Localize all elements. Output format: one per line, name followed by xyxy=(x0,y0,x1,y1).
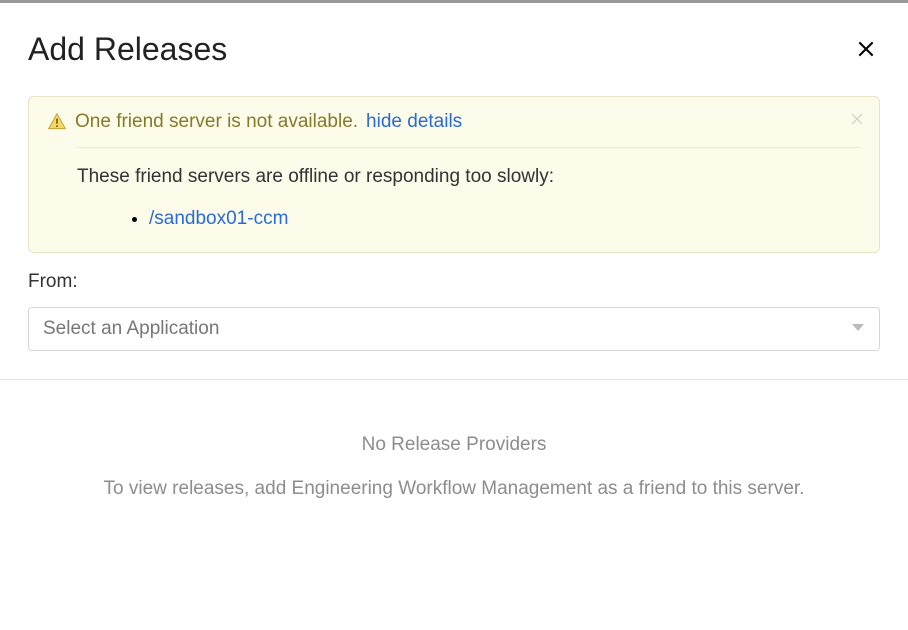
warning-header: One friend server is not available. hide… xyxy=(47,111,861,133)
empty-state-title: No Release Providers xyxy=(48,434,860,456)
chevron-down-icon xyxy=(851,320,865,338)
warning-details: These friend servers are offline or resp… xyxy=(77,147,861,230)
empty-state-description: To view releases, add Engineering Workfl… xyxy=(48,478,860,500)
warning-message: One friend server is not available. xyxy=(75,111,358,133)
server-link[interactable]: /sandbox01-ccm xyxy=(149,208,288,229)
from-label: From: xyxy=(28,271,880,293)
dialog-title: Add Releases xyxy=(28,31,227,68)
select-placeholder: Select an Application xyxy=(43,318,219,340)
close-icon xyxy=(856,46,876,63)
hide-details-link[interactable]: hide details xyxy=(366,111,462,133)
application-select[interactable]: Select an Application xyxy=(28,307,880,351)
dismiss-icon xyxy=(849,114,865,131)
offline-server-list: /sandbox01-ccm xyxy=(149,208,861,230)
warning-details-text: These friend servers are offline or resp… xyxy=(77,166,861,188)
close-button[interactable] xyxy=(852,35,880,68)
empty-state: No Release Providers To view releases, a… xyxy=(28,380,880,500)
dismiss-warning-button[interactable] xyxy=(849,111,865,132)
dialog-header: Add Releases xyxy=(28,31,880,68)
list-item: /sandbox01-ccm xyxy=(149,208,861,230)
warning-icon xyxy=(47,112,67,132)
warning-banner: One friend server is not available. hide… xyxy=(28,96,880,253)
add-releases-dialog: Add Releases One friend server is not av… xyxy=(0,3,908,500)
